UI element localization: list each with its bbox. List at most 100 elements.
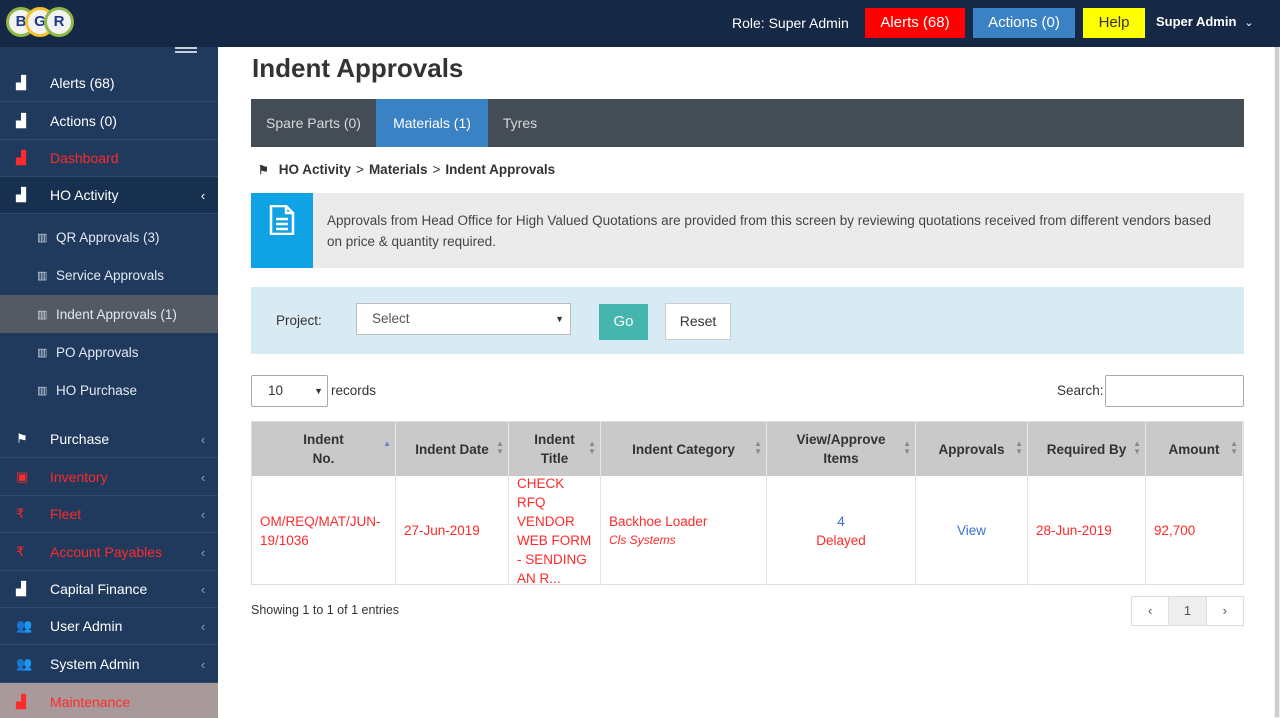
sidebar-item-label: Actions (0) (50, 113, 117, 129)
sidebar-subitem-indent-approvals[interactable]: ▥ Indent Approvals (1) (0, 295, 218, 333)
info-text: Approvals from Head Office for High Valu… (327, 213, 1211, 249)
cell-indent-category: Backhoe Loader Cls Systems (601, 476, 767, 585)
sidebar-item-system-admin[interactable]: 👥 System Admin ‹ (0, 646, 218, 683)
column-header-amount[interactable]: Amount ▲ ▼ (1146, 422, 1243, 476)
sidebar-subitem-ho-purchase[interactable]: ▥ HO Purchase (0, 371, 218, 409)
sidebar-subitem-po-approvals[interactable]: ▥ PO Approvals (0, 333, 218, 371)
logo-letter: R (44, 7, 74, 37)
sidebar-item-label: User Admin (50, 618, 123, 634)
sidebar-subitem-service-approvals[interactable]: ▥ Service Approvals (0, 256, 218, 294)
filter-panel: Project: Select ▼ Go Reset (251, 287, 1244, 354)
alerts-button[interactable]: Alerts (68) (865, 8, 965, 38)
sidebar-subitem-label: PO Approvals (56, 344, 139, 360)
scrollbar-thumb[interactable] (1275, 47, 1279, 717)
sidebar-item-inventory[interactable]: ▣ Inventory ‹ (0, 459, 218, 496)
sidebar-item-maintenance[interactable]: ▟ Maintenance (0, 683, 218, 718)
category-name: Backhoe Loader (609, 514, 708, 529)
tab-bar: Spare Parts (0) Materials (1) Tyres (251, 99, 1244, 147)
sidebar-subitem-label: HO Purchase (56, 382, 138, 398)
records-per-page-select[interactable]: 10 ▼ (251, 375, 328, 407)
search-label: Search: (1057, 383, 1104, 398)
document-icon (269, 205, 295, 235)
column-header-indent-category[interactable]: Indent Category ▲ ▼ (601, 422, 767, 476)
inventory-icon: ▣ (16, 469, 29, 484)
pagination-page-1[interactable]: 1 (1169, 597, 1207, 625)
cell-approvals: View (916, 476, 1028, 585)
sidebar-item-fleet[interactable]: ₹ Fleet ‹ (0, 496, 218, 533)
user-menu[interactable]: Super Admin ⌄ (1156, 14, 1254, 29)
items-count-link[interactable]: 4 (816, 512, 866, 531)
go-button[interactable]: Go (599, 304, 648, 340)
flag-icon: ⚑ (16, 431, 28, 446)
category-company: Cls Systems (609, 533, 676, 547)
users-icon: 👥 (16, 656, 33, 671)
sidebar-item-actions[interactable]: ▟ Actions (0) (0, 103, 218, 140)
sort-ascending-icon: ▲ (383, 439, 391, 448)
sidebar-item-purchase[interactable]: ⚑ Purchase ‹ (0, 421, 218, 458)
tab-tyres[interactable]: Tyres (488, 99, 552, 147)
bar-chart-icon: ▥ (37, 384, 48, 397)
sidebar-item-label: Account Payables (50, 544, 163, 560)
sort-icon: ▲ ▼ (754, 439, 762, 456)
project-select-value: Select (372, 311, 410, 326)
top-navbar: B G R Role: Super Admin Alerts (68) Acti… (0, 0, 1280, 47)
bar-chart-icon: ▥ (37, 308, 48, 321)
chart-icon: ▟ (16, 581, 26, 596)
sidebar-item-dashboard[interactable]: ▟ Dashboard (0, 140, 218, 177)
project-select[interactable]: Select ▼ (356, 303, 571, 335)
sidebar-subitem-qr-approvals[interactable]: ▥ QR Approvals (3) (0, 218, 218, 256)
chevron-down-icon: ⌄ (1244, 17, 1254, 29)
bar-chart-icon: ▥ (37, 346, 48, 359)
breadcrumb-item[interactable]: Materials (369, 162, 428, 177)
pagination-prev-button[interactable]: ‹ (1132, 597, 1170, 625)
chevron-left-icon: ‹ (200, 544, 206, 560)
sidebar-item-alerts[interactable]: ▟ Alerts (68) (0, 65, 218, 102)
bgr-logo[interactable]: B G R (6, 7, 74, 37)
breadcrumb-item[interactable]: HO Activity (279, 162, 351, 177)
reset-button[interactable]: Reset (665, 303, 731, 340)
sidebar-subitem-label: Indent Approvals (1) (56, 306, 177, 322)
column-header-indent-title[interactable]: Indent Title ▲ ▼ (509, 422, 601, 476)
help-button[interactable]: Help (1083, 8, 1145, 38)
column-header-view-approve-items[interactable]: View/Approve Items ▲ ▼ (767, 422, 916, 476)
chart-icon: ▟ (16, 187, 26, 202)
chevron-left-icon: ‹ (200, 618, 206, 634)
sort-icon: ▲ ▼ (1015, 439, 1023, 456)
items-status: Delayed (816, 532, 866, 548)
tab-spare-parts[interactable]: Spare Parts (0) (251, 99, 376, 147)
bar-chart-icon: ▥ (37, 231, 48, 244)
caret-down-icon: ▼ (555, 314, 564, 324)
chart-icon: ▟ (16, 693, 26, 709)
sidebar-item-label: Maintenance (50, 693, 131, 710)
sidebar-item-capital-finance[interactable]: ▟ Capital Finance ‹ (0, 571, 218, 608)
pagination-next-button[interactable]: › (1207, 597, 1243, 625)
records-per-page-value: 10 (268, 383, 284, 398)
sidebar-item-account-payables[interactable]: ₹ Account Payables ‹ (0, 534, 218, 571)
sidebar-item-label: Alerts (68) (50, 75, 115, 91)
breadcrumb-separator: > (356, 162, 364, 177)
column-header-indent-no[interactable]: Indent No. ▲ (252, 422, 396, 476)
pagination: ‹ 1 › (1131, 596, 1244, 626)
hamburger-menu-icon[interactable] (175, 47, 197, 56)
column-header-indent-date[interactable]: Indent Date ▲ ▼ (396, 422, 509, 476)
chevron-left-icon: ‹ (200, 469, 206, 485)
breadcrumb: ⚑ HO Activity > Materials > Indent Appro… (258, 162, 555, 177)
tab-materials[interactable]: Materials (1) (376, 99, 488, 147)
sidebar-subitem-label: Service Approvals (56, 267, 165, 283)
column-header-required-by[interactable]: Required By ▲ ▼ (1028, 422, 1146, 476)
sidebar-item-label: Fleet (50, 506, 82, 522)
records-label: records (331, 383, 377, 398)
scrollbar[interactable] (1274, 47, 1280, 718)
page-title: Indent Approvals (252, 53, 464, 83)
actions-button[interactable]: Actions (0) (973, 8, 1075, 38)
sidebar-item-user-admin[interactable]: 👥 User Admin ‹ (0, 608, 218, 645)
search-input[interactable] (1105, 375, 1244, 407)
sidebar-item-ho-activity[interactable]: ▟ HO Activity ‹ (0, 177, 218, 214)
chevron-left-icon: ‹ (200, 187, 206, 203)
sidebar: ▟ Alerts (68) ▟ Actions (0) ▟ Dashboard … (0, 47, 218, 718)
indent-table: Indent No. ▲ Indent Date ▲ ▼ Indent Title… (251, 421, 1244, 586)
view-approvals-link[interactable]: View (957, 521, 986, 540)
cell-required-by: 28-Jun-2019 (1028, 476, 1146, 585)
column-header-approvals[interactable]: Approvals ▲ ▼ (916, 422, 1028, 476)
entries-info: Showing 1 to 1 of 1 entries (251, 603, 400, 617)
